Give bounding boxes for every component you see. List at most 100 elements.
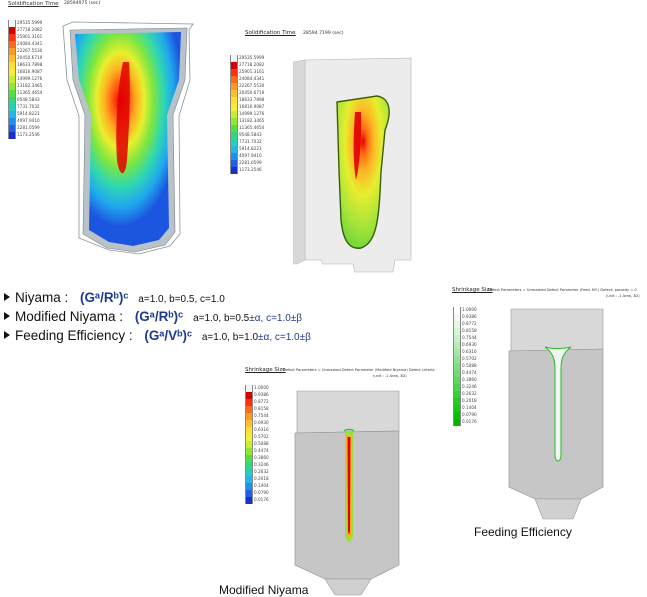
legend-feeding-tick-label: 0.8158 bbox=[462, 328, 477, 333]
legend-right-swatch bbox=[230, 97, 238, 104]
legend-title-feeding: Shrinkage Size bbox=[452, 287, 493, 293]
legend-right-swatch bbox=[230, 118, 238, 125]
legend-modified-tick-label: 0.6930 bbox=[254, 420, 269, 425]
legend-left-tick-label: 29535.5999 bbox=[17, 20, 43, 25]
legend-right-tick-label: 5914.8221 bbox=[239, 146, 262, 151]
criterion-formula: (Gᵃ/Rᵇ)ᶜ bbox=[134, 309, 184, 324]
legend-modified-swatch bbox=[245, 483, 253, 490]
legend-modified-tick-label: 0.3860 bbox=[254, 455, 269, 460]
legend-left-tick-label: 4097.9410 bbox=[17, 118, 40, 123]
legend-left-tick-label: 2281.0599 bbox=[17, 125, 40, 130]
legend-right-tick-label: 20450.6719 bbox=[239, 90, 265, 95]
legend-left-swatch bbox=[8, 125, 16, 132]
legend-feeding-tick-label: 0.3246 bbox=[462, 384, 477, 389]
criterion-formula: (Gᵃ/Vᵇ)ᶜ bbox=[144, 328, 193, 343]
legend-feeding-tick-label: 0.6316 bbox=[462, 349, 477, 354]
legend-feeding-tick-label: 0.9386 bbox=[462, 314, 477, 319]
legend-modified-tick-label: 0.6316 bbox=[254, 427, 269, 432]
shrinkage-panel-modified: Shrinkage Size Defect Parameters = Unmas… bbox=[219, 365, 448, 597]
criterion-tolerance: ±α, c=1.0±β bbox=[258, 332, 311, 343]
legend-left-tick-label: 27718.2082 bbox=[17, 27, 43, 32]
legend-right-tick-label: 22267.5530 bbox=[239, 83, 265, 88]
legend-feeding-tick-label: 0.0790 bbox=[462, 412, 477, 417]
legend-title-right: Solidification Time bbox=[245, 30, 296, 36]
casting-solidification-right bbox=[293, 57, 412, 273]
legend-feeding-swatch bbox=[453, 321, 461, 328]
legend-modified-tick-label: 0.8772 bbox=[254, 399, 269, 404]
legend-title-modified: Shrinkage Size bbox=[245, 367, 286, 373]
casting-shrinkage-feeding bbox=[508, 308, 604, 520]
legend-modified-swatch bbox=[245, 490, 253, 497]
bullet-icon bbox=[4, 331, 10, 339]
legend-modified-swatch bbox=[245, 469, 253, 476]
legend-modified-tick-label: 0.0790 bbox=[254, 490, 269, 495]
legend-feeding-tick-label: 0.2632 bbox=[462, 391, 477, 396]
legend-modified-tick-label: 0.2018 bbox=[254, 476, 269, 481]
legend-feeding-tick-label: 0.0176 bbox=[462, 419, 477, 424]
legend-modified-tick-label: 0.5702 bbox=[254, 434, 269, 439]
criterion-params: a=1.0, b=0.5, c=1.0 bbox=[138, 294, 225, 305]
legend-right-tick-label: 4097.9410 bbox=[239, 153, 262, 158]
legend-feeding-swatch bbox=[453, 363, 461, 370]
legend-modified-tick-label: 0.4474 bbox=[254, 448, 269, 453]
legend-left-tick-label: 5914.8221 bbox=[17, 111, 40, 116]
legend-left-swatch bbox=[8, 62, 16, 69]
legend-right-tick-label: 11365.4654 bbox=[239, 125, 265, 130]
legend-right-tick-label: 2281.0599 bbox=[239, 160, 262, 165]
legend-left-tick-label: 14999.1276 bbox=[17, 76, 43, 81]
legend-modified-tick-label: 0.0176 bbox=[254, 497, 269, 502]
legend-left-tick-label: 24084.4341 bbox=[17, 41, 43, 46]
legend-feeding-tick-label: 0.2018 bbox=[462, 398, 477, 403]
legend-right-swatch bbox=[230, 153, 238, 160]
legend-feeding-swatch bbox=[453, 384, 461, 391]
legend-left-swatch bbox=[8, 83, 16, 90]
legend-modified-swatch bbox=[245, 406, 253, 413]
legend-feeding-tick-label: 0.6930 bbox=[462, 342, 477, 347]
legend-left-swatch bbox=[8, 27, 16, 34]
legend-right-swatch bbox=[230, 55, 238, 62]
legend-left-tick-label: 16816.9087 bbox=[17, 69, 43, 74]
legend-modified-swatch bbox=[245, 413, 253, 420]
legend-modified-swatch bbox=[245, 441, 253, 448]
caption-feeding-efficiency: Feeding Efficiency bbox=[474, 525, 572, 539]
criterion-formula: (Gᵃ/Rᵇ)ᶜ bbox=[80, 290, 129, 305]
legend-right-swatch bbox=[230, 125, 238, 132]
legend-feeding-tick-label: 0.4474 bbox=[462, 370, 477, 375]
legend-left-tick-label: 18633.7898 bbox=[17, 62, 43, 67]
solidification-panel-right: Solidification Time 28594.7199 (sec) 295… bbox=[225, 25, 425, 273]
criterion-feeding-efficiency: Feeding Efficiency : (Gᵃ/Vᵇ)ᶜ a=1.0, b=1… bbox=[4, 328, 311, 343]
legend-left-tick-label: 25901.3161 bbox=[17, 34, 43, 39]
casting-solidification-left bbox=[62, 21, 194, 255]
shrinkage-panel-feeding: Shrinkage Size Defect Parameters = Unmas… bbox=[450, 285, 647, 550]
legend-left-tick-label: 22267.5530 bbox=[17, 48, 43, 53]
legend-right-swatch bbox=[230, 90, 238, 97]
legend-left-swatch bbox=[8, 41, 16, 48]
legend-header-left: 28594975 (sec) bbox=[64, 1, 101, 6]
legend-left-swatch bbox=[8, 132, 16, 139]
legend-right-tick-label: 1173.2546 bbox=[239, 167, 262, 172]
legend-right-tick-label: 13182.3465 bbox=[239, 118, 265, 123]
legend-feeding-tick-label: 0.3860 bbox=[462, 377, 477, 382]
criterion-niyama: Niyama : (Gᵃ/Rᵇ)ᶜ a=1.0, b=0.5, c=1.0 bbox=[4, 290, 225, 305]
legend-modified-swatch bbox=[245, 385, 253, 392]
legend-right-swatch bbox=[230, 146, 238, 153]
legend-header-feeding: Defect Parameters = Unmasked Defect Para… bbox=[488, 288, 637, 292]
legend-left-swatch bbox=[8, 69, 16, 76]
legend-feeding-tick-label: 0.7544 bbox=[462, 335, 477, 340]
legend-right-swatch bbox=[230, 132, 238, 139]
legend-right-swatch bbox=[230, 160, 238, 167]
legend-feeding-swatch bbox=[453, 356, 461, 363]
legend-right-swatch bbox=[230, 111, 238, 118]
legend-right: 29535.5999 27718.2082 25901.3161 24084.4341… bbox=[230, 55, 280, 185]
legend-right-tick-label: 9548.5843 bbox=[239, 132, 262, 137]
legend-right-swatch bbox=[230, 167, 238, 174]
legend-feeding-swatch bbox=[453, 328, 461, 335]
legend-left-tick-label: 1173.2546 bbox=[17, 132, 40, 137]
criterion-tolerance: ±α, c=1.0±β bbox=[249, 313, 303, 324]
legend-modified: 1.0000 0.9386 0.8772 0.8158 0.7544 0.6930 0.63… bbox=[245, 385, 295, 515]
legend-feeding-tick-label: 0.1404 bbox=[462, 405, 477, 410]
legend-feeding-swatch bbox=[453, 370, 461, 377]
legend-modified-swatch bbox=[245, 476, 253, 483]
legend-right-swatch bbox=[230, 69, 238, 76]
legend-modified-tick-label: 0.7544 bbox=[254, 413, 269, 418]
